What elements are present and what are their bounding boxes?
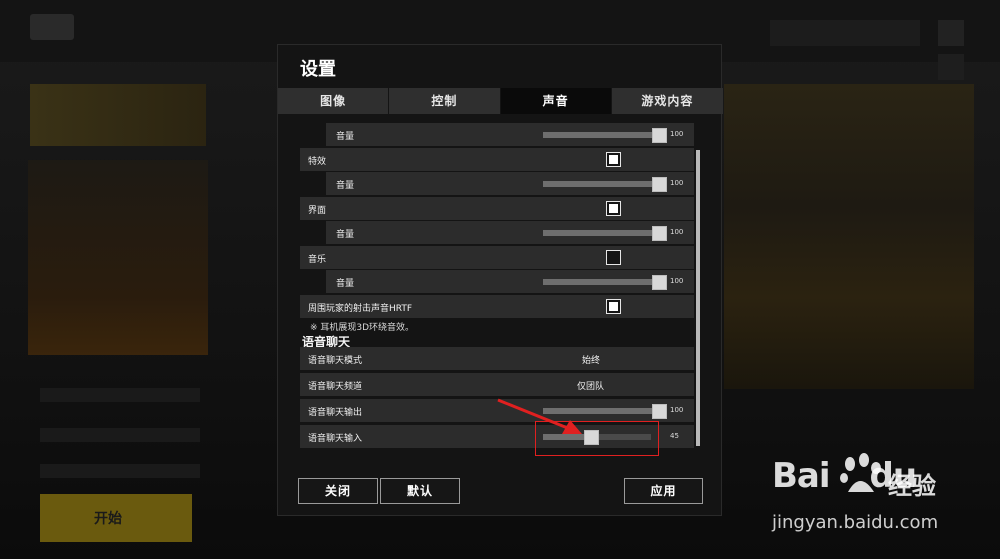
- music-row: 音乐: [300, 246, 694, 269]
- effects-label: 特效: [308, 157, 327, 167]
- volume-value: 100: [670, 179, 684, 187]
- effects-volume-row: 音量 100: [326, 172, 694, 195]
- background-list-row: [40, 464, 200, 478]
- background-account-area: [770, 20, 920, 46]
- default-button[interactable]: 默认: [380, 478, 460, 504]
- tab-controls[interactable]: 控制: [389, 88, 500, 114]
- tab-graphics[interactable]: 图像: [278, 88, 389, 114]
- background-list-row: [40, 428, 200, 442]
- background-banner: [30, 84, 206, 146]
- music-volume-row: 音量 100: [326, 270, 694, 293]
- voice-chat-output-value: 100: [670, 406, 684, 414]
- effects-checkbox[interactable]: [606, 152, 621, 167]
- music-label: 音乐: [308, 255, 327, 265]
- tab-sound[interactable]: 声音: [500, 88, 611, 114]
- volume-label: 音量: [336, 132, 355, 142]
- baidu-jingyan-watermark: Bai du 经验 jingyan.baidu.com: [772, 452, 992, 542]
- settings-tabs: 图像 控制 声音 游戏内容: [278, 88, 723, 114]
- voice-chat-channel-label: 语音聊天频道: [308, 382, 363, 392]
- volume-value: 100: [670, 228, 684, 236]
- settings-scrollbar[interactable]: [696, 150, 700, 446]
- tab-gameplay[interactable]: 游戏内容: [611, 88, 723, 114]
- interface-label: 界面: [308, 206, 327, 216]
- background-start-button: 开始: [40, 494, 192, 542]
- annotation-arrow-icon: [497, 398, 582, 434]
- jingyan-text: 经验: [888, 472, 936, 500]
- voice-chat-input-value: 45: [670, 432, 679, 440]
- hrtf-checkbox[interactable]: [606, 299, 621, 314]
- apply-button[interactable]: 应用: [624, 478, 703, 504]
- master-volume-row: 音量 100: [326, 123, 694, 146]
- music-checkbox[interactable]: [606, 250, 621, 265]
- slider-thumb[interactable]: [652, 275, 667, 290]
- close-button[interactable]: 关闭: [298, 478, 378, 504]
- background-menu-icon: [938, 54, 964, 80]
- volume-slider[interactable]: [543, 128, 667, 143]
- hrtf-row: 周围玩家的射击声音HRTF: [300, 295, 694, 318]
- music-volume-slider[interactable]: [543, 275, 667, 290]
- volume-value: 100: [670, 130, 684, 138]
- voice-chat-output-label: 语音聊天输出: [308, 408, 363, 418]
- effects-volume-slider[interactable]: [543, 177, 667, 192]
- slider-thumb[interactable]: [652, 177, 667, 192]
- slider-thumb[interactable]: [652, 226, 667, 241]
- voice-chat-mode-row[interactable]: 语音聊天模式 始终: [300, 347, 694, 370]
- voice-chat-channel-row[interactable]: 语音聊天频道 仅团队: [300, 373, 694, 396]
- voice-chat-mode-label: 语音聊天模式: [308, 356, 363, 366]
- dialog-title: 设置: [300, 59, 336, 80]
- interface-row: 界面: [300, 197, 694, 220]
- volume-label: 音量: [336, 181, 355, 191]
- background-character-art: [28, 160, 208, 355]
- volume-label: 音量: [336, 279, 355, 289]
- background-logo: [30, 14, 74, 40]
- hrtf-note: ※ 耳机展现3D环绕音效。: [310, 323, 415, 333]
- slider-thumb[interactable]: [652, 128, 667, 143]
- hrtf-label: 周围玩家的射击声音HRTF: [308, 304, 413, 314]
- voice-chat-mode-value[interactable]: 始终: [582, 353, 600, 366]
- background-pubg-art: [724, 84, 974, 389]
- watermark-url: jingyan.baidu.com: [772, 512, 939, 533]
- background-list-row: [40, 388, 200, 402]
- volume-value: 100: [670, 277, 684, 285]
- interface-volume-slider[interactable]: [543, 226, 667, 241]
- volume-label: 音量: [336, 230, 355, 240]
- voice-chat-input-label: 语音聊天输入: [308, 434, 363, 444]
- effects-row: 特效: [300, 148, 694, 171]
- voice-chat-channel-value[interactable]: 仅团队: [577, 379, 604, 392]
- interface-checkbox[interactable]: [606, 201, 621, 216]
- interface-volume-row: 音量 100: [326, 221, 694, 244]
- slider-thumb[interactable]: [652, 404, 667, 419]
- background-close-icon: [938, 20, 964, 46]
